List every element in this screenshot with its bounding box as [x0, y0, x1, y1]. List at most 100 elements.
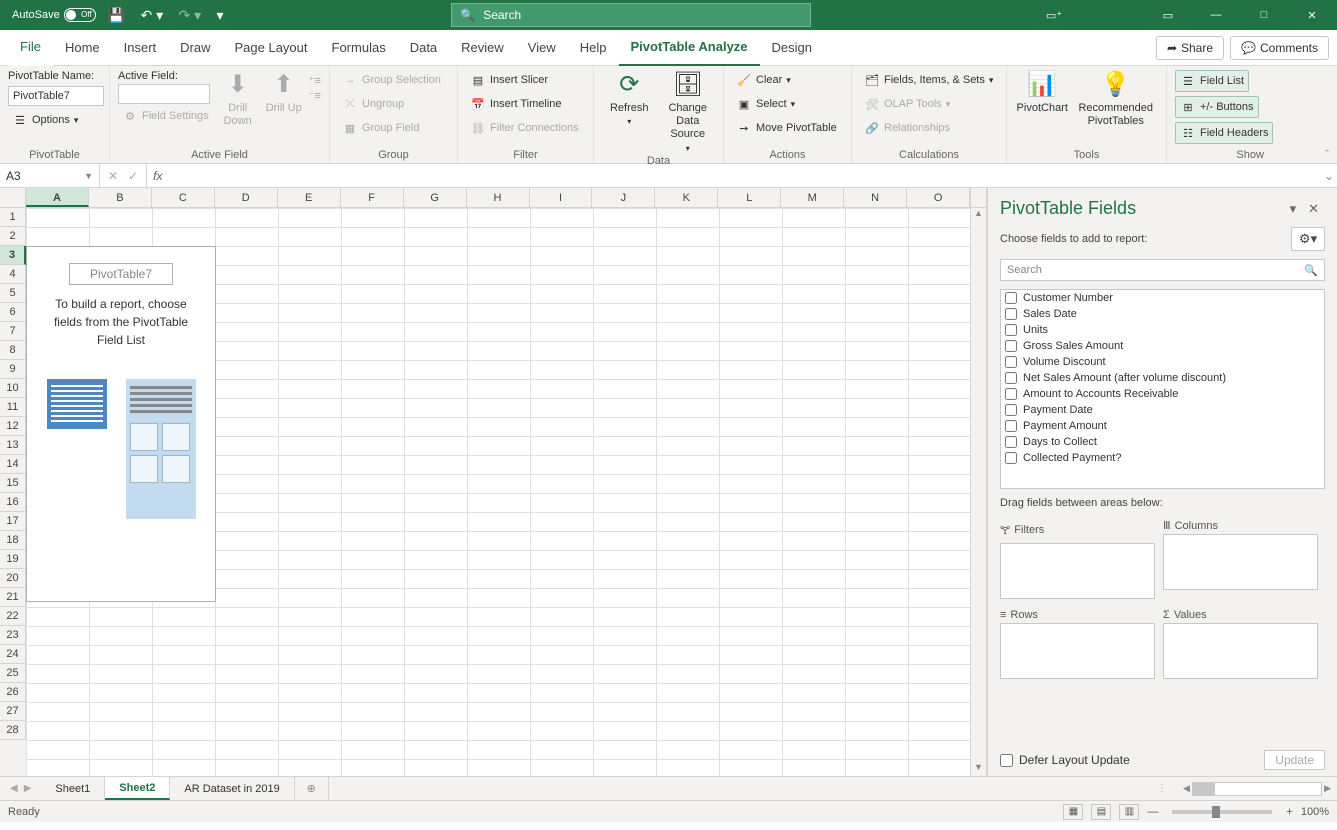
row-header-28[interactable]: 28	[0, 721, 26, 740]
maximize-button[interactable]: □	[1243, 0, 1285, 30]
name-box-dropdown-icon[interactable]: ▼	[84, 171, 93, 181]
column-header-F[interactable]: F	[341, 188, 404, 207]
row-header-24[interactable]: 24	[0, 645, 26, 664]
row-header-17[interactable]: 17	[0, 512, 26, 531]
save-icon[interactable]: 💾	[102, 7, 131, 23]
field-item[interactable]: Customer Number	[1001, 290, 1324, 306]
tab-review[interactable]: Review	[449, 30, 516, 66]
view-normal-icon[interactable]: ▦	[1063, 804, 1083, 820]
row-header-2[interactable]: 2	[0, 227, 26, 246]
tab-data[interactable]: Data	[398, 30, 449, 66]
field-checkbox[interactable]	[1005, 308, 1017, 320]
horizontal-scrollbar[interactable]: ◀ ▶	[1177, 777, 1337, 800]
row-header-27[interactable]: 27	[0, 702, 26, 721]
area-rows[interactable]: ≡Rows	[1000, 607, 1155, 679]
zoom-in-button[interactable]: +	[1286, 806, 1292, 818]
field-headers-button[interactable]: ☷Field Headers	[1175, 122, 1273, 144]
row-header-25[interactable]: 25	[0, 664, 26, 683]
expand-formula-bar-icon[interactable]: ⌄	[1321, 164, 1337, 187]
close-button[interactable]: ✕	[1291, 0, 1333, 30]
row-header-9[interactable]: 9	[0, 360, 26, 379]
fx-icon[interactable]: fx	[147, 164, 168, 187]
column-header-I[interactable]: I	[530, 188, 593, 207]
field-item[interactable]: Payment Amount	[1001, 418, 1324, 434]
row-header-7[interactable]: 7	[0, 322, 26, 341]
field-list[interactable]: Customer NumberSales DateUnitsGross Sale…	[1000, 289, 1325, 489]
sheet-tab-ar-dataset[interactable]: AR Dataset in 2019	[170, 777, 294, 800]
row-header-1[interactable]: 1	[0, 208, 26, 227]
tab-page-layout[interactable]: Page Layout	[223, 30, 320, 66]
pane-layout-button[interactable]: ⚙▾	[1291, 227, 1325, 251]
recommended-pivottables-button[interactable]: 💡Recommended PivotTables	[1073, 70, 1158, 128]
row-header-21[interactable]: 21	[0, 588, 26, 607]
tab-draw[interactable]: Draw	[168, 30, 222, 66]
pane-options-icon[interactable]: ▾	[1284, 201, 1303, 217]
row-header-4[interactable]: 4	[0, 265, 26, 284]
move-pivottable-button[interactable]: ➙Move PivotTable	[732, 118, 841, 138]
row-header-8[interactable]: 8	[0, 341, 26, 360]
row-header-26[interactable]: 26	[0, 683, 26, 702]
pivottable-name-input[interactable]: PivotTable7	[8, 86, 104, 106]
field-checkbox[interactable]	[1005, 436, 1017, 448]
ribbon-options-icon[interactable]: ▭	[1147, 0, 1189, 30]
row-header-16[interactable]: 16	[0, 493, 26, 512]
field-checkbox[interactable]	[1005, 420, 1017, 432]
minimize-button[interactable]: —	[1195, 0, 1237, 30]
pane-close-icon[interactable]: ✕	[1302, 201, 1325, 217]
autosave-toggle[interactable]: AutoSave Off	[12, 8, 96, 22]
column-header-B[interactable]: B	[89, 188, 152, 207]
row-header-22[interactable]: 22	[0, 607, 26, 626]
name-box[interactable]: A3▼	[0, 164, 100, 187]
select-button[interactable]: ▣Select ▾	[732, 94, 799, 114]
collapse-ribbon-icon[interactable]: ˆ	[1325, 149, 1329, 161]
column-header-G[interactable]: G	[404, 188, 467, 207]
field-checkbox[interactable]	[1005, 324, 1017, 336]
column-header-H[interactable]: H	[467, 188, 530, 207]
next-sheet-icon[interactable]: ▶	[24, 783, 32, 794]
column-header-C[interactable]: C	[152, 188, 215, 207]
field-search-input[interactable]: Search 🔍	[1000, 259, 1325, 281]
formula-input[interactable]	[168, 164, 1321, 187]
column-header-J[interactable]: J	[592, 188, 655, 207]
search-box[interactable]: 🔍 Search	[451, 3, 811, 27]
row-header-13[interactable]: 13	[0, 436, 26, 455]
row-header-3[interactable]: 3	[0, 246, 26, 265]
tab-home[interactable]: Home	[53, 30, 112, 66]
column-header-O[interactable]: O	[907, 188, 970, 207]
area-columns[interactable]: ⅢColumns	[1163, 517, 1318, 599]
tab-insert[interactable]: Insert	[112, 30, 169, 66]
field-list-button[interactable]: ☰Field List	[1175, 70, 1249, 92]
view-page-layout-icon[interactable]: ▤	[1091, 804, 1111, 820]
column-header-K[interactable]: K	[655, 188, 718, 207]
tab-pivottable-analyze[interactable]: PivotTable Analyze	[619, 30, 760, 66]
field-checkbox[interactable]	[1005, 388, 1017, 400]
column-header-D[interactable]: D	[215, 188, 278, 207]
field-item[interactable]: Collected Payment?	[1001, 450, 1324, 466]
column-header-M[interactable]: M	[781, 188, 844, 207]
sheet-tab-sheet1[interactable]: Sheet1	[41, 777, 105, 800]
tab-view[interactable]: View	[516, 30, 568, 66]
tab-split-icon[interactable]: ⋮	[1157, 783, 1167, 794]
cell-grid[interactable]: PivotTable7 To build a report, choose fi…	[26, 208, 970, 776]
field-checkbox[interactable]	[1005, 452, 1017, 464]
sheet-tab-sheet2[interactable]: Sheet2	[105, 777, 170, 800]
area-filters[interactable]: 🝖Filters	[1000, 517, 1155, 599]
field-item[interactable]: Days to Collect	[1001, 434, 1324, 450]
row-header-23[interactable]: 23	[0, 626, 26, 645]
redo-icon[interactable]: ↷ ▾	[172, 7, 207, 23]
comments-button[interactable]: 💬Comments	[1230, 36, 1329, 60]
row-header-5[interactable]: 5	[0, 284, 26, 303]
column-header-A[interactable]: A	[26, 188, 89, 207]
worksheet[interactable]: ABCDEFGHIJKLMNO 123456789101112131415161…	[0, 188, 987, 776]
zoom-slider[interactable]	[1172, 810, 1272, 814]
field-checkbox[interactable]	[1005, 372, 1017, 384]
field-item[interactable]: Payment Date	[1001, 402, 1324, 418]
undo-icon[interactable]: ↶ ▾	[134, 7, 169, 23]
row-header-14[interactable]: 14	[0, 455, 26, 474]
defer-update-checkbox[interactable]	[1000, 754, 1013, 767]
insert-slicer-button[interactable]: ▤Insert Slicer	[466, 70, 552, 90]
field-checkbox[interactable]	[1005, 404, 1017, 416]
field-item[interactable]: Gross Sales Amount	[1001, 338, 1324, 354]
row-header-11[interactable]: 11	[0, 398, 26, 417]
field-checkbox[interactable]	[1005, 356, 1017, 368]
